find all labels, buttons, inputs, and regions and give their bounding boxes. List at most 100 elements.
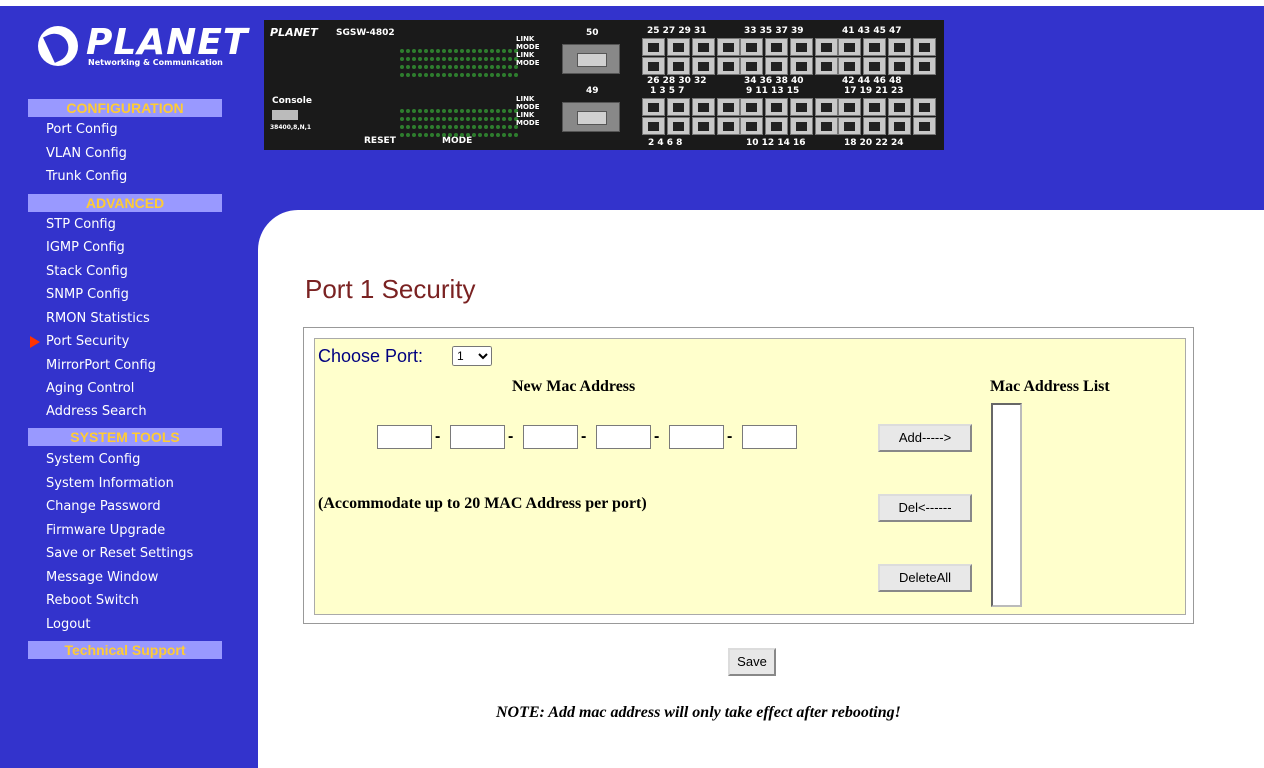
- led-label: MODE: [516, 103, 540, 111]
- led-label: LINK: [516, 35, 535, 43]
- device-brand: PLANET: [270, 26, 318, 39]
- menu-item-vlan-config[interactable]: VLAN Config: [46, 146, 127, 162]
- mac-separator: -: [435, 428, 441, 445]
- led-label: MODE: [516, 119, 540, 127]
- led-row: [400, 114, 520, 129]
- port-label: 42 44 46 48: [842, 76, 902, 86]
- port-group: [642, 38, 740, 56]
- led-label: MODE: [516, 43, 540, 51]
- port-group: [838, 38, 936, 56]
- menu-header-system-tools: SYSTEM TOOLS: [28, 428, 222, 446]
- led-label: LINK: [516, 95, 535, 103]
- menu-item-change-password[interactable]: Change Password: [46, 499, 161, 515]
- port-label: 10 12 14 16: [746, 138, 806, 148]
- device-model: SGSW-4802: [336, 28, 395, 38]
- port-group: [642, 98, 740, 116]
- console-port-icon: [272, 110, 298, 120]
- reset-label: RESET: [364, 136, 396, 146]
- del-button[interactable]: Del<------: [878, 494, 972, 522]
- menu-item-snmp-config[interactable]: SNMP Config: [46, 287, 129, 303]
- console-label: Console: [272, 96, 312, 106]
- led-row: [400, 38, 520, 53]
- mac-address-list[interactable]: [991, 403, 1022, 607]
- menu-item-save-or-reset[interactable]: Save or Reset Settings: [46, 546, 193, 562]
- mac-separator: -: [581, 428, 587, 445]
- mac-octet-4-input[interactable]: [596, 425, 651, 449]
- port-label: 25 27 29 31: [647, 26, 707, 36]
- port-label: 34 36 38 40: [744, 76, 804, 86]
- planet-logo: PLANET Networking & Communication: [36, 22, 247, 72]
- page-title: Port 1 Security: [305, 274, 476, 304]
- save-button[interactable]: Save: [728, 648, 776, 676]
- port-group: [740, 98, 838, 116]
- port-group: [838, 57, 936, 75]
- choose-port-label: Choose Port:: [318, 346, 424, 366]
- port-group: [740, 38, 838, 56]
- mac-octet-3-input[interactable]: [523, 425, 578, 449]
- menu-item-reboot-switch[interactable]: Reboot Switch: [46, 593, 139, 609]
- menu-item-trunk-config[interactable]: Trunk Config: [46, 169, 127, 185]
- mac-octet-5-input[interactable]: [669, 425, 724, 449]
- mac-list-label: Mac Address List: [990, 378, 1110, 395]
- sfp-port-49: [562, 102, 620, 132]
- console-setting: 38400,8,N,1: [270, 124, 312, 131]
- port-label: 33 35 37 39: [744, 26, 804, 36]
- led-row: [400, 46, 520, 61]
- port-label: 1 3 5 7: [650, 86, 685, 96]
- menu-header-advanced: ADVANCED: [28, 194, 222, 212]
- menu-header-technical-support[interactable]: Technical Support: [28, 641, 222, 659]
- mac-separator: -: [508, 428, 514, 445]
- port-group: [838, 117, 936, 135]
- menu-item-stp-config[interactable]: STP Config: [46, 217, 116, 233]
- menu-item-address-search[interactable]: Address Search: [46, 404, 147, 420]
- led-row: [400, 106, 520, 121]
- delete-all-button[interactable]: DeleteAll: [878, 564, 972, 592]
- led-label: LINK: [516, 51, 535, 59]
- port-select[interactable]: 1: [452, 346, 492, 366]
- port-group: [642, 57, 740, 75]
- menu-item-firmware-upgrade[interactable]: Firmware Upgrade: [46, 523, 165, 539]
- mac-limit-note: (Accommodate up to 20 MAC Address per po…: [318, 495, 647, 512]
- mac-octet-1-input[interactable]: [377, 425, 432, 449]
- corner-curve: [258, 210, 338, 290]
- logo-brand: PLANET: [86, 22, 249, 63]
- led-row: [400, 54, 520, 69]
- planet-logo-icon: [38, 26, 78, 66]
- port-label: 9 11 13 15: [746, 86, 800, 96]
- port-label: 26 28 30 32: [647, 76, 707, 86]
- led-label: MODE: [516, 59, 540, 67]
- reboot-note: NOTE: Add mac address will only take eff…: [496, 704, 901, 721]
- menu-item-port-config[interactable]: Port Config: [46, 122, 118, 138]
- sfp-port-50: [562, 44, 620, 74]
- led-label: LINK: [516, 111, 535, 119]
- menu-item-system-config[interactable]: System Config: [46, 452, 140, 468]
- port-label: 41 43 45 47: [842, 26, 902, 36]
- sfp-label-50: 50: [586, 28, 599, 38]
- mac-octet-2-input[interactable]: [450, 425, 505, 449]
- led-row: [400, 98, 520, 113]
- menu-item-message-window[interactable]: Message Window: [46, 570, 158, 586]
- menu-item-port-security[interactable]: Port Security: [46, 334, 129, 350]
- port-label: 2 4 6 8: [648, 138, 683, 148]
- new-mac-label: New Mac Address: [512, 378, 636, 395]
- mac-octet-6-input[interactable]: [742, 425, 797, 449]
- menu-item-mirrorport-config[interactable]: MirrorPort Config: [46, 358, 156, 374]
- port-group: [642, 117, 740, 135]
- menu-header-configuration: CONFIGURATION: [28, 99, 222, 117]
- menu-item-rmon-statistics[interactable]: RMON Statistics: [46, 311, 150, 327]
- led-row: [400, 62, 520, 77]
- menu-item-system-information[interactable]: System Information: [46, 476, 174, 492]
- menu-item-igmp-config[interactable]: IGMP Config: [46, 240, 125, 256]
- menu-item-logout[interactable]: Logout: [46, 617, 91, 633]
- port-label: 18 20 22 24: [844, 138, 904, 148]
- port-group: [740, 57, 838, 75]
- led-row: [400, 122, 520, 137]
- sfp-label-49: 49: [586, 86, 599, 96]
- mode-label: MODE: [442, 136, 473, 146]
- add-button[interactable]: Add----->: [878, 424, 972, 452]
- active-arrow-icon: [30, 336, 40, 348]
- port-group: [838, 98, 936, 116]
- menu-item-stack-config[interactable]: Stack Config: [46, 264, 128, 280]
- port-label: 17 19 21 23: [844, 86, 904, 96]
- menu-item-aging-control[interactable]: Aging Control: [46, 381, 134, 397]
